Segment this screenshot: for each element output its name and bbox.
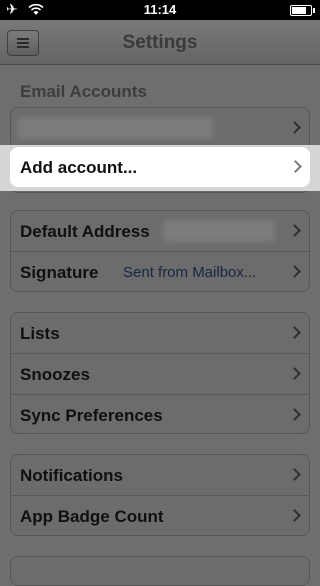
- status-bar: ✈ 11:14: [0, 0, 320, 20]
- snoozes-label: Snoozes: [20, 365, 90, 384]
- chevron-right-icon: [288, 408, 301, 421]
- chevron-right-icon: [288, 121, 301, 134]
- chevron-right-icon: [288, 468, 301, 481]
- battery-icon: [290, 5, 315, 16]
- chevron-right-icon: [288, 509, 301, 522]
- notifications-row[interactable]: Notifications: [11, 455, 309, 495]
- address-group: Default Address Signature Sent from Mail…: [10, 210, 310, 292]
- add-account-label: Add account...: [20, 158, 138, 177]
- snoozes-row[interactable]: Snoozes: [11, 353, 309, 394]
- section-header-email-accounts: Email Accounts: [20, 82, 147, 101]
- sync-preferences-row[interactable]: Sync Preferences: [11, 394, 309, 433]
- notifications-group: Notifications App Badge Count: [10, 454, 310, 536]
- notifications-label: Notifications: [20, 466, 123, 485]
- existing-account-row[interactable]: [11, 108, 309, 148]
- sync-preferences-label: Sync Preferences: [20, 406, 163, 425]
- default-address-row[interactable]: Default Address: [11, 211, 309, 251]
- chevron-right-icon: [288, 265, 301, 278]
- app-badge-count-label: App Badge Count: [20, 507, 164, 526]
- chevron-right-icon: [288, 224, 301, 237]
- app-badge-count-row[interactable]: App Badge Count: [11, 495, 309, 535]
- next-group-partial: [10, 556, 310, 586]
- lists-row[interactable]: Lists: [11, 313, 309, 353]
- chevron-right-icon: [288, 326, 301, 339]
- lists-label: Lists: [20, 324, 60, 343]
- signature-label: Signature: [20, 263, 99, 282]
- page-title: Settings: [122, 32, 198, 53]
- signature-row[interactable]: Signature Sent from Mailbox...: [11, 251, 309, 291]
- status-time: 11:14: [143, 2, 177, 17]
- lists-group: Lists Snoozes Sync Preferences: [10, 312, 310, 434]
- default-address-label: Default Address: [20, 222, 150, 241]
- redacted-address: [163, 220, 275, 242]
- add-account-row[interactable]: Add account...: [10, 147, 310, 187]
- redacted-account-name: [17, 117, 213, 139]
- chevron-right-icon: [289, 160, 302, 173]
- signature-value: Sent from Mailbox...: [123, 264, 257, 281]
- chevron-right-icon: [288, 367, 301, 380]
- nav-bar: Settings: [0, 20, 320, 65]
